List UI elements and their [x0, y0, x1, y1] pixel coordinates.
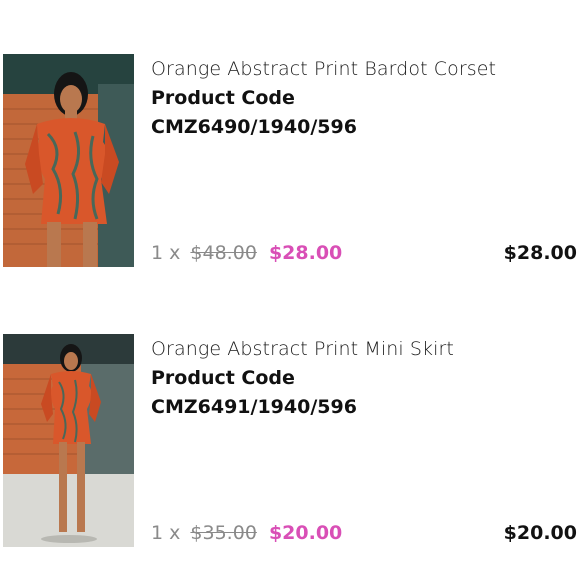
original-price: $48.00: [190, 242, 257, 264]
line-total: $28.00: [503, 242, 577, 264]
price-line: 1 x $48.00 $28.00: [151, 242, 342, 264]
product-code: CMZ6491/1940/596: [151, 396, 357, 418]
product-photo-icon: [3, 334, 134, 547]
product-name[interactable]: Orange Abstract Print Mini Skirt: [151, 338, 454, 360]
quantity: 1 x: [151, 522, 181, 544]
product-image[interactable]: [3, 54, 134, 267]
cart-line-item: Orange Abstract Print Bardot Corset Prod…: [0, 54, 580, 269]
sale-price: $20.00: [268, 522, 343, 544]
sale-price: $28.00: [268, 242, 343, 264]
cart-line-item: Orange Abstract Print Mini Skirt Product…: [0, 334, 580, 549]
price-line: 1 x $35.00 $20.00: [151, 522, 342, 544]
product-photo-icon: [3, 54, 134, 267]
product-image[interactable]: [3, 334, 134, 547]
product-code: CMZ6490/1940/596: [151, 116, 357, 138]
product-code-label: Product Code: [151, 367, 295, 389]
product-code-label: Product Code: [151, 87, 295, 109]
quantity: 1 x: [151, 242, 181, 264]
product-name[interactable]: Orange Abstract Print Bardot Corset: [151, 58, 496, 80]
original-price: $35.00: [190, 522, 257, 544]
line-total: $20.00: [503, 522, 577, 544]
